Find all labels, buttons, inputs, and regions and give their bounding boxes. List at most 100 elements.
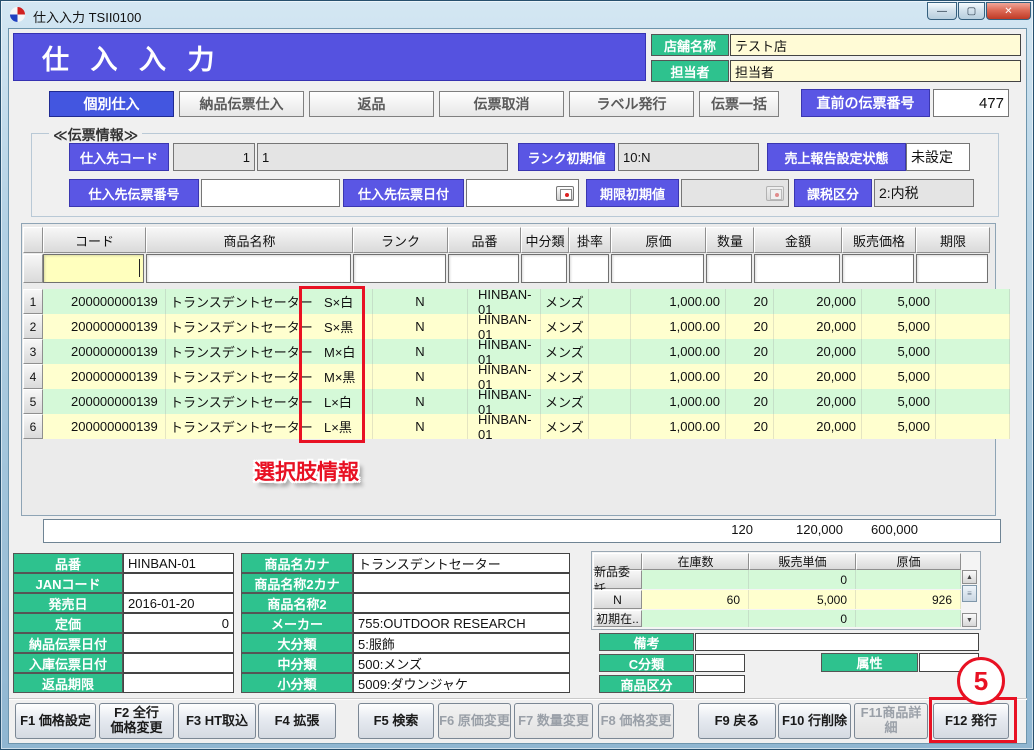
total-quantity: 120 [641, 522, 753, 537]
detail-left-value-2: 2016-01-20 [123, 593, 234, 613]
detail-left-label-1: JANコード [13, 573, 123, 593]
stock-scroll-up-button[interactable]: ▲ [962, 570, 977, 584]
column-header-mid_class[interactable]: 中分類 [521, 227, 569, 253]
column-header-qty[interactable]: 数量 [706, 227, 754, 253]
table-row[interactable]: 200000000139トランスデントセーターL×黒NHINBAN-01メンズ1… [43, 414, 1010, 439]
minimize-icon: — [937, 6, 947, 17]
column-header-price[interactable]: 販売価格 [842, 227, 916, 253]
cell-code: 200000000139 [63, 414, 166, 439]
fkey-f11-item-detail: F11商品詳細 [854, 703, 928, 739]
stock-scroll-thumb[interactable]: ≡ [962, 585, 977, 602]
column-header-deadline[interactable]: 期限 [916, 227, 990, 253]
stock-column-header-1: 販売単価 [749, 553, 856, 570]
app-icon [10, 7, 25, 22]
detail-middle-value-0: トランスデントセーター [353, 553, 570, 573]
cell-item_no: HINBAN-01 [468, 314, 541, 339]
cell-rank: N [373, 389, 468, 414]
store-name-field: テスト店 [730, 34, 1021, 56]
cell-rate [589, 389, 631, 414]
row-number[interactable]: 1 [23, 289, 43, 314]
supplier-slip-date-input[interactable] [466, 179, 579, 207]
title-bar[interactable]: 仕入入力 TSII0100 — ▢ ✕ [1, 1, 1033, 28]
column-header-name[interactable]: 商品名称 [146, 227, 353, 253]
grid-entry-cell-qty[interactable] [706, 254, 752, 283]
row-number[interactable]: 6 [23, 414, 43, 439]
column-header-rate[interactable]: 掛率 [569, 227, 611, 253]
note-field[interactable] [695, 633, 979, 651]
cell-qty: 20 [726, 289, 774, 314]
cell-price: 5,000 [862, 414, 936, 439]
cell-cost: 1,000.00 [631, 289, 726, 314]
grid-entry-cell-amount[interactable] [754, 254, 840, 283]
item-division-field[interactable] [695, 675, 745, 693]
grid-corner-header [23, 227, 43, 253]
stock-cell-stock [642, 570, 749, 589]
column-header-amount[interactable]: 金額 [754, 227, 842, 253]
column-header-rank[interactable]: ランク [353, 227, 448, 253]
minimize-button[interactable]: — [927, 2, 957, 20]
table-row[interactable]: 200000000139トランスデントセーターS×白NHINBAN-01メンズ1… [43, 289, 1010, 314]
deadline-default-label: 期限初期値 [586, 179, 679, 207]
store-name-label: 店舗名称 [651, 34, 729, 56]
cell-cost: 1,000.00 [631, 389, 726, 414]
row-number[interactable]: 4 [23, 364, 43, 389]
c-class-field[interactable] [695, 654, 745, 672]
grid-entry-cell-mid_class[interactable] [521, 254, 567, 283]
cell-rate [589, 414, 631, 439]
table-row[interactable]: 200000000139トランスデントセーターL×白NHINBAN-01メンズ1… [43, 389, 1010, 414]
grid-entry-cell-price[interactable] [842, 254, 914, 283]
fkey-f5-search[interactable]: F5 検索 [358, 703, 434, 739]
table-row[interactable]: 200000000139トランスデントセーターM×白NHINBAN-01メンズ1… [43, 339, 1010, 364]
grid-entry-cell-rank[interactable] [353, 254, 446, 283]
cell-rank: N [373, 364, 468, 389]
fkey-f1-price-set[interactable]: F1 価格設定 [15, 703, 96, 739]
table-row[interactable]: 200000000139トランスデントセーターM×黒NHINBAN-01メンズ1… [43, 364, 1010, 389]
supplier-slip-no-input[interactable] [201, 179, 340, 207]
grid-entry-cell-item_no[interactable] [448, 254, 519, 283]
cell-item_no: HINBAN-01 [468, 389, 541, 414]
tab-return[interactable]: 返品 [309, 91, 434, 117]
fkey-f4-extend[interactable]: F4 拡張 [258, 703, 336, 739]
row-number[interactable]: 3 [23, 339, 43, 364]
sales-report-status-value: 未設定 [906, 143, 970, 171]
detail-middle-label-3: メーカー [241, 613, 353, 633]
column-header-item_no[interactable]: 品番 [448, 227, 521, 253]
cell-code: 200000000139 [63, 314, 166, 339]
step-number-annotation: 5 [957, 657, 1005, 705]
grid-entry-cell-cost[interactable] [611, 254, 704, 283]
cell-deadline [936, 364, 1010, 389]
grid-entry-cell-name[interactable] [146, 254, 351, 283]
detail-middle-label-4: 大分類 [241, 633, 353, 653]
grid-entry-cell-deadline[interactable] [916, 254, 988, 283]
fkey-f10-row-delete[interactable]: F10 行削除 [778, 703, 851, 739]
stock-cell-price: 0 [749, 570, 856, 589]
cell-item_no: HINBAN-01 [468, 364, 541, 389]
column-header-cost[interactable]: 原価 [611, 227, 706, 253]
column-header-code[interactable]: コード [43, 227, 146, 253]
close-button[interactable]: ✕ [986, 2, 1031, 20]
cell-cost: 1,000.00 [631, 364, 726, 389]
tab-slip-batch[interactable]: 伝票一括 [699, 91, 779, 117]
staff-label: 担当者 [651, 60, 729, 82]
grid-entry-code-input[interactable] [43, 254, 144, 283]
tab-delivery-slip-purchase[interactable]: 納品伝票仕入 [179, 91, 304, 117]
fkey-f3-ht-import[interactable]: F3 HT取込 [178, 703, 256, 739]
row-number[interactable]: 5 [23, 389, 43, 414]
cell-price: 5,000 [862, 389, 936, 414]
stock-cell-cost: 926 [856, 590, 961, 609]
table-row[interactable]: 200000000139トランスデントセーターS×黒NHINBAN-01メンズ1… [43, 314, 1010, 339]
detail-left-value-4 [123, 633, 234, 653]
tab-label-issue[interactable]: ラベル発行 [569, 91, 694, 117]
supplier-code-field[interactable]: 1 [173, 143, 255, 171]
tab-individual-purchase[interactable]: 個別仕入 [49, 91, 174, 117]
fkey-f9-back[interactable]: F9 戻る [698, 703, 776, 739]
calendar-icon[interactable] [556, 186, 574, 201]
fkey-f2-all-rows-price-change[interactable]: F2 全行 価格変更 [99, 703, 174, 739]
close-icon: ✕ [1004, 6, 1012, 17]
product-name: トランスデントセーター [166, 342, 313, 361]
row-number[interactable]: 2 [23, 314, 43, 339]
maximize-button[interactable]: ▢ [958, 2, 985, 20]
stock-scroll-down-button[interactable]: ▼ [962, 613, 977, 627]
tab-slip-cancel[interactable]: 伝票取消 [439, 91, 564, 117]
grid-entry-cell-rate[interactable] [569, 254, 609, 283]
